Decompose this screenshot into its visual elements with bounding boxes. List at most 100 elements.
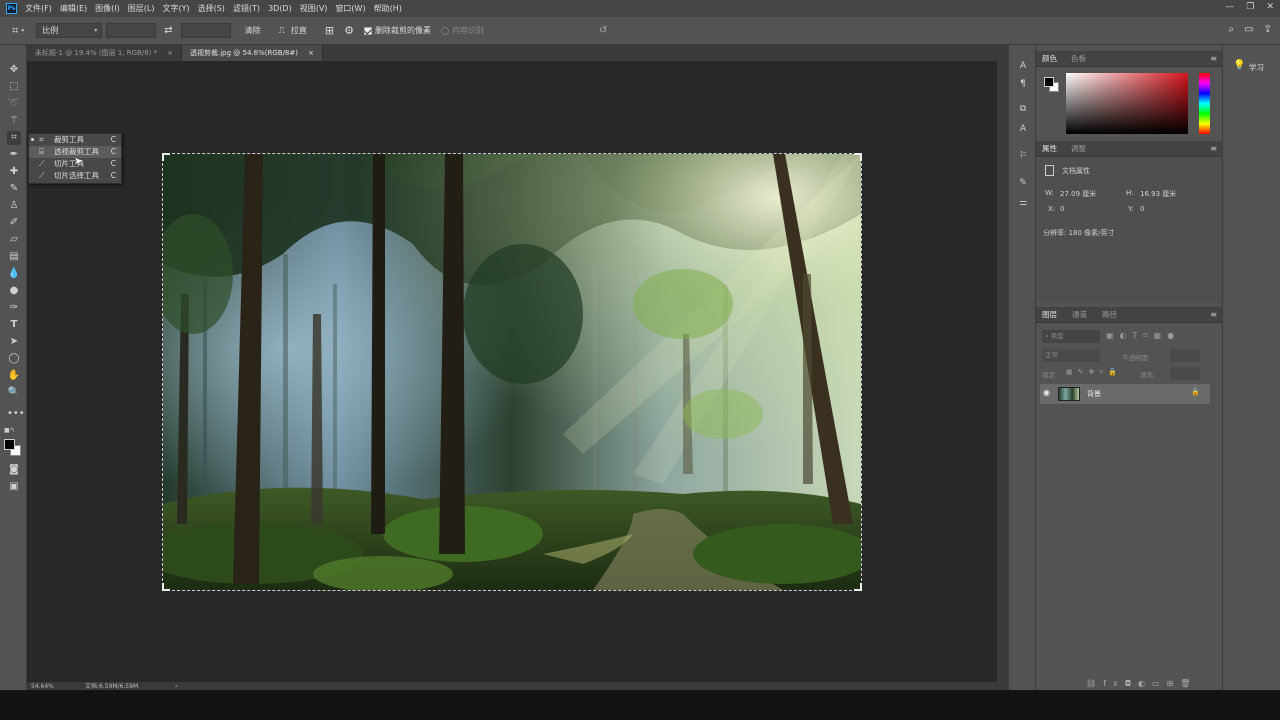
ratio-select[interactable]: 比例 ▾ <box>36 23 103 38</box>
blur-tool-icon[interactable]: 💧 <box>7 267 21 281</box>
pen-tool-icon[interactable]: ✑ <box>7 301 21 315</box>
tab-paths[interactable]: 路径 <box>1102 307 1117 323</box>
magic-wand-tool-icon[interactable]: ⚚ <box>7 114 21 128</box>
layer-thumbnail <box>1058 387 1080 401</box>
menu-edit[interactable]: 编辑(E) <box>60 3 87 14</box>
quick-mask-icon[interactable]: ◙ <box>7 463 21 477</box>
blend-mode-select[interactable]: 正常 <box>1042 349 1100 362</box>
crop-tool-preset-icon[interactable]: ⌗ <box>12 24 18 38</box>
delete-cropped-checkbox[interactable] <box>364 26 375 35</box>
color-field[interactable] <box>1066 73 1188 134</box>
foreground-color-swatch[interactable] <box>4 439 15 450</box>
crop-handle-bottom-right[interactable] <box>854 583 862 591</box>
history-brush-tool-icon[interactable]: ✐ <box>7 216 21 230</box>
clone-stamp-tool-icon[interactable]: ♙ <box>7 199 21 213</box>
eyedropper-tool-icon[interactable]: ✒ <box>7 148 21 162</box>
type-tool-icon[interactable]: T <box>7 318 21 332</box>
menu-file[interactable]: 文件(F) <box>25 3 52 14</box>
fill-input[interactable] <box>1170 367 1200 380</box>
gear-icon[interactable]: ⚙ <box>344 24 354 37</box>
flyout-crop-tool[interactable]: ⌗ 裁剪工具 C <box>29 134 121 146</box>
chevron-down-icon[interactable]: ▾ <box>21 27 24 34</box>
search-icon[interactable]: ⌕ <box>1229 24 1235 35</box>
learn-label[interactable]: 学习 <box>1249 62 1264 73</box>
panel-menu-icon[interactable]: ≡ <box>1210 54 1217 63</box>
height-value: 16.93 厘米 <box>1140 190 1177 198</box>
fg-color-mini[interactable] <box>1044 77 1054 87</box>
character-icon[interactable]: A <box>1017 60 1029 72</box>
libraries-icon[interactable]: ⚐ <box>1017 150 1029 162</box>
tab-properties[interactable]: 属性 <box>1042 141 1057 157</box>
workspace-icon[interactable]: ▭ <box>1244 24 1253 35</box>
straighten-button[interactable]: 拉直 <box>291 25 307 36</box>
marquee-tool-icon[interactable]: ⬚ <box>7 80 21 94</box>
panel-menu-icon[interactable]: ≡ <box>1210 144 1217 153</box>
more-tools-icon[interactable]: ••• <box>7 407 25 421</box>
move-tool-icon[interactable]: ✥ <box>7 63 21 77</box>
glyphs-icon[interactable]: ⧉ <box>1017 103 1029 115</box>
brush-tool-icon[interactable]: ✎ <box>7 182 21 196</box>
eraser-tool-icon[interactable]: ▱ <box>7 233 21 247</box>
canvas-area[interactable] <box>27 61 997 682</box>
tab-perspective-crop[interactable]: 透视剪裁.jpg @ 54.6%(RGB/8#) × <box>182 45 323 61</box>
tab-adjustments[interactable]: 调整 <box>1071 141 1086 157</box>
menu-3d[interactable]: 3D(D) <box>268 4 292 13</box>
hue-slider[interactable] <box>1199 73 1210 134</box>
character-style-icon[interactable]: A <box>1017 123 1029 135</box>
clear-button[interactable]: 清除 <box>245 25 261 36</box>
tab-untitled[interactable]: 未标题-1 @ 19.4% (图层 1, RGB/8) * × <box>27 45 182 61</box>
crop-handle-bottom-left[interactable] <box>162 583 170 591</box>
panel-menu-icon[interactable]: ≡ <box>1210 310 1217 319</box>
tab-channels[interactable]: 通道 <box>1072 307 1087 323</box>
content-aware-radio[interactable] <box>441 26 452 35</box>
straighten-icon[interactable]: ⎍ <box>279 26 285 36</box>
hand-tool-icon[interactable]: ✋ <box>7 369 21 383</box>
minimize-icon[interactable]: — <box>1225 2 1234 12</box>
crop-tool-icon[interactable]: ⌗ <box>7 131 21 145</box>
flyout-slice-select-tool[interactable]: ⟋ 切片选择工具 C <box>29 170 121 182</box>
close-tab-icon[interactable]: × <box>167 49 173 57</box>
default-colors-icon[interactable]: ■↰ <box>4 427 15 434</box>
width-input[interactable] <box>106 23 157 38</box>
grid-overlay-icon[interactable]: ⊞ <box>325 24 334 37</box>
forest-photo[interactable] <box>163 154 861 590</box>
reset-icon[interactable]: ↺ <box>599 25 607 36</box>
zoom-tool-icon[interactable]: 🔍 <box>7 386 21 400</box>
opacity-input[interactable] <box>1170 349 1200 362</box>
tab-color[interactable]: 颜色 <box>1042 51 1057 67</box>
path-selection-tool-icon[interactable]: ➤ <box>7 335 21 349</box>
eye-icon[interactable]: ◉ <box>1043 388 1050 397</box>
close-icon[interactable]: ✕ <box>1266 2 1274 12</box>
menu-help[interactable]: 帮助(H) <box>374 3 402 14</box>
lasso-tool-icon[interactable]: ➰ <box>7 97 21 111</box>
screen-mode-icon[interactable]: ▣ <box>7 480 21 494</box>
layer-filter-field[interactable]: ⌕ 类型 <box>1042 330 1100 343</box>
crop-handle-top-right[interactable] <box>854 153 862 161</box>
paragraph-icon[interactable]: ¶ <box>1017 78 1029 90</box>
menu-filter[interactable]: 滤镜(T) <box>233 3 260 14</box>
layer-row-background[interactable]: ◉ 背景 🔒 <box>1040 384 1210 404</box>
restore-icon[interactable]: ❐ <box>1246 2 1254 12</box>
healing-brush-tool-icon[interactable]: ✚ <box>7 165 21 179</box>
swap-icon[interactable]: ⇄ <box>164 25 172 36</box>
adjustments-icon[interactable]: ⚌ <box>1017 197 1029 209</box>
lightbulb-icon[interactable]: 💡 <box>1233 60 1245 71</box>
menu-window[interactable]: 窗口(W) <box>335 3 365 14</box>
menu-view[interactable]: 视图(V) <box>300 3 328 14</box>
ellipse-tool-icon[interactable]: ◯ <box>7 352 21 366</box>
menu-image[interactable]: 图像(I) <box>95 3 120 14</box>
close-tab-icon[interactable]: × <box>308 49 314 57</box>
share-icon[interactable]: ⇪ <box>1264 24 1272 35</box>
dodge-tool-icon[interactable]: ● <box>7 284 21 298</box>
gradient-tool-icon[interactable]: ▤ <box>7 250 21 264</box>
blend-mode-value: 正常 <box>1045 351 1058 359</box>
height-input[interactable] <box>180 23 231 38</box>
crop-handle-top-left[interactable] <box>162 153 170 161</box>
vertical-scrollbar[interactable] <box>997 61 1008 682</box>
menu-select[interactable]: 选择(S) <box>198 3 225 14</box>
tab-layers[interactable]: 图层 <box>1042 307 1057 323</box>
tab-swatches[interactable]: 色板 <box>1071 51 1086 67</box>
menu-layer[interactable]: 图层(L) <box>128 3 155 14</box>
menu-type[interactable]: 文字(Y) <box>162 3 189 14</box>
brush-settings-icon[interactable]: ✎ <box>1017 177 1029 189</box>
